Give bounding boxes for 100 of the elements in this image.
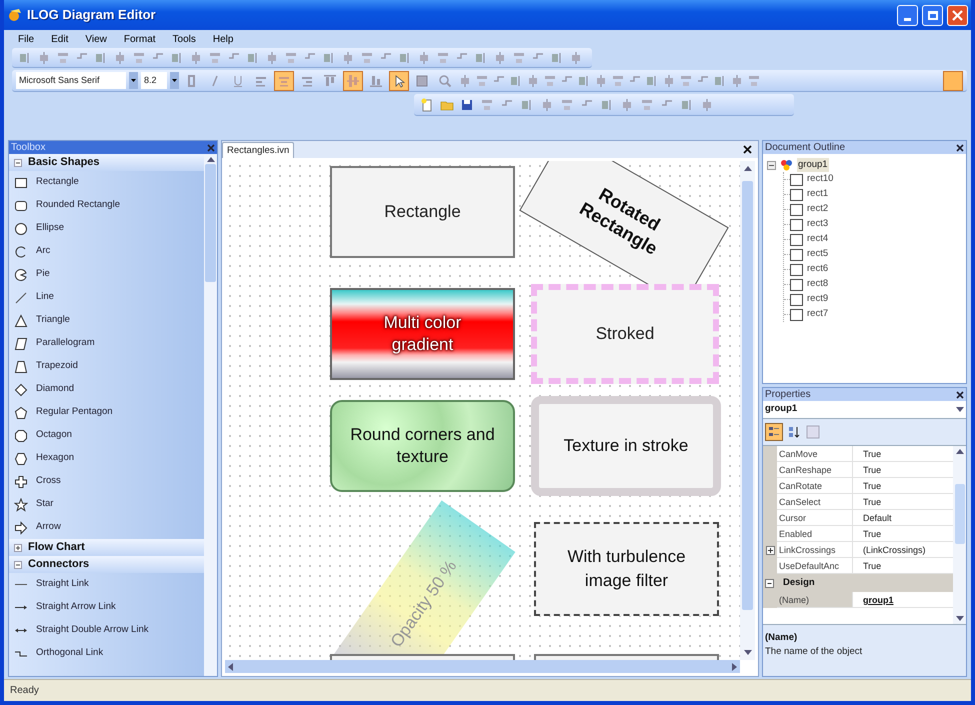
menu-item[interactable]: Format bbox=[124, 32, 156, 46]
maximize-button[interactable] bbox=[922, 4, 943, 26]
dropdown-icon[interactable] bbox=[956, 407, 964, 412]
close-icon[interactable] bbox=[956, 144, 964, 152]
scroll-down-icon[interactable] bbox=[956, 616, 964, 621]
collapse-icon[interactable] bbox=[763, 578, 777, 588]
object-selector[interactable]: group1 bbox=[763, 401, 966, 419]
menu-item[interactable]: File bbox=[18, 32, 34, 46]
toolbox-item[interactable]: Rounded Rectangle bbox=[9, 194, 204, 217]
elbow-line-icon bbox=[14, 650, 28, 656]
property-name: Cursor bbox=[777, 510, 853, 526]
toolbox-item[interactable]: Straight Double Arrow Link bbox=[9, 619, 204, 642]
arrow-shape-icon bbox=[14, 520, 28, 534]
font-size-field[interactable]: 8.2 bbox=[141, 72, 167, 89]
sort-icon bbox=[788, 426, 800, 438]
toolbox-item[interactable]: Hexagon bbox=[9, 447, 204, 470]
color-button[interactable] bbox=[943, 70, 963, 90]
collapse-icon[interactable] bbox=[767, 160, 776, 170]
categorized-icon bbox=[768, 426, 780, 438]
scroll-left-icon[interactable] bbox=[228, 662, 233, 670]
scroll-up-icon[interactable] bbox=[206, 157, 214, 162]
close-icon[interactable] bbox=[956, 390, 964, 398]
minimize-button[interactable] bbox=[897, 4, 918, 26]
tree-item[interactable]: rect1 bbox=[807, 187, 828, 202]
toolbox-item[interactable]: Arrow bbox=[9, 516, 204, 539]
toolbox-item[interactable]: Cross bbox=[9, 470, 204, 493]
toolbox-item[interactable]: Parallelogram bbox=[9, 332, 204, 355]
collapse-icon bbox=[14, 560, 22, 568]
scrollbar[interactable] bbox=[740, 161, 755, 660]
align-button[interactable] bbox=[274, 70, 294, 90]
category-header[interactable]: Flow Chart bbox=[9, 539, 204, 556]
category-header[interactable]: Connectors bbox=[9, 556, 204, 573]
expand-icon[interactable] bbox=[766, 546, 774, 554]
toolbox-item[interactable]: Diamond bbox=[9, 378, 204, 401]
scrollbar[interactable] bbox=[225, 660, 740, 673]
close-button[interactable] bbox=[947, 4, 968, 26]
document-tab[interactable]: Rectangles.ivn bbox=[222, 142, 294, 158]
scroll-down-icon[interactable] bbox=[744, 650, 752, 655]
toolbox-item[interactable]: Triangle bbox=[9, 309, 204, 332]
row-margin bbox=[763, 446, 777, 462]
toolbar-icon bbox=[265, 50, 279, 64]
dropdown-button[interactable] bbox=[170, 72, 179, 89]
toolbar-icon bbox=[540, 98, 554, 112]
window-title: ILOG Diagram Editor bbox=[27, 6, 157, 24]
scroll-thumb[interactable] bbox=[742, 181, 753, 610]
scroll-thumb[interactable] bbox=[205, 164, 216, 282]
toolbar-icon bbox=[620, 98, 634, 112]
toolbox-item[interactable]: Star bbox=[9, 493, 204, 516]
category-header[interactable]: Basic Shapes bbox=[9, 154, 204, 171]
toolbox-item[interactable]: Straight Link bbox=[9, 573, 204, 596]
scroll-right-icon[interactable] bbox=[732, 662, 737, 670]
description-title: (Name) bbox=[765, 631, 798, 645]
close-icon[interactable] bbox=[743, 145, 752, 154]
toolbox-item[interactable]: Ellipse bbox=[9, 217, 204, 240]
tree-item[interactable]: rect10 bbox=[807, 172, 834, 187]
scrollbar[interactable] bbox=[204, 154, 217, 676]
cross-shape-icon bbox=[14, 474, 28, 488]
menu-item[interactable]: Help bbox=[212, 32, 234, 46]
tree-item[interactable]: rect5 bbox=[807, 247, 828, 262]
toolbox-item[interactable]: Rectangle bbox=[9, 171, 204, 194]
dropdown-button[interactable] bbox=[129, 72, 138, 89]
menu-item[interactable]: Tools bbox=[172, 32, 196, 46]
scroll-thumb[interactable] bbox=[954, 484, 964, 544]
scroll-up-icon[interactable] bbox=[744, 166, 752, 171]
rectangle-icon bbox=[790, 188, 803, 200]
toolbox-item[interactable]: Regular Pentagon bbox=[9, 401, 204, 424]
toolbox-item[interactable]: Trapezoid bbox=[9, 355, 204, 378]
shape-label: With turbulence image filter bbox=[566, 546, 687, 592]
toolbox-item[interactable]: Octagon bbox=[9, 424, 204, 447]
toolbox-item[interactable]: Pie bbox=[9, 263, 204, 286]
shape-label: Stroked bbox=[596, 324, 654, 344]
tree-item[interactable]: rect2 bbox=[807, 202, 828, 217]
tree-item[interactable]: rect9 bbox=[807, 292, 828, 307]
font-name-field[interactable]: Microsoft Sans Serif bbox=[16, 72, 126, 89]
toolbar-icon bbox=[37, 50, 51, 64]
square-icon bbox=[415, 74, 429, 88]
toolbar-icon bbox=[569, 50, 583, 64]
tree-item[interactable]: group1 bbox=[797, 158, 829, 172]
toolbox-item[interactable]: Orthogonal Link bbox=[9, 642, 204, 665]
tree-item[interactable]: rect7 bbox=[807, 307, 828, 322]
tree-item[interactable]: rect8 bbox=[807, 277, 828, 292]
toolbox-item[interactable]: Line bbox=[9, 286, 204, 309]
pointer-button[interactable] bbox=[389, 70, 409, 90]
toolbox-item[interactable]: Arc bbox=[9, 240, 204, 263]
tree-item[interactable]: rect6 bbox=[807, 262, 828, 277]
panel-title: Document Outline bbox=[765, 141, 846, 154]
categorized-button[interactable] bbox=[765, 423, 783, 441]
menu-item[interactable]: View bbox=[85, 32, 107, 46]
scrollbar[interactable] bbox=[953, 446, 966, 624]
rectangle-icon bbox=[790, 278, 803, 290]
tree-item[interactable]: rect3 bbox=[807, 217, 828, 232]
shape-label: Round corners and texture bbox=[349, 424, 496, 468]
menu-item[interactable]: Edit bbox=[51, 32, 68, 46]
toolbox-item[interactable]: Straight Arrow Link bbox=[9, 596, 204, 619]
property-name: Enabled bbox=[777, 526, 853, 542]
toolbar-icon bbox=[493, 50, 507, 64]
scroll-up-icon[interactable] bbox=[956, 449, 964, 454]
tree-item[interactable]: rect4 bbox=[807, 232, 828, 247]
align-button[interactable] bbox=[343, 70, 363, 90]
toolbar-icon bbox=[341, 50, 355, 64]
